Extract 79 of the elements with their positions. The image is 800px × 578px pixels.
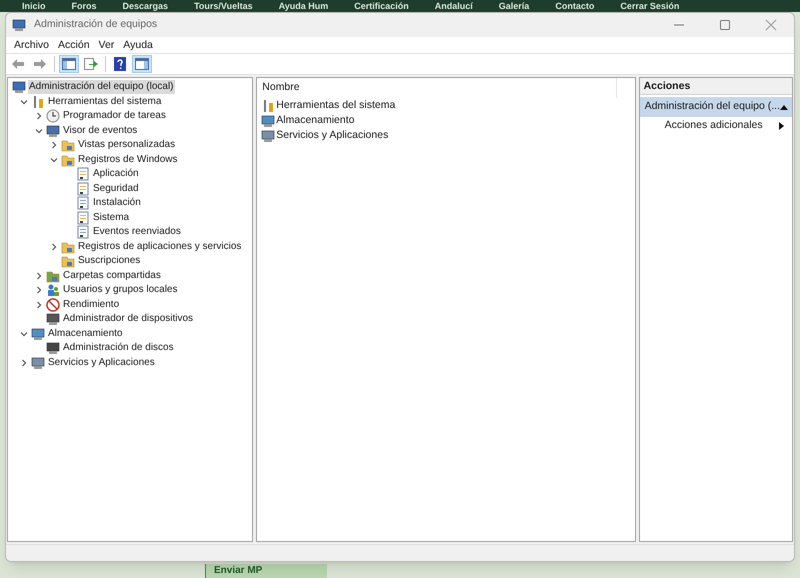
chevron-right-icon[interactable] [34,300,42,309]
tree-item[interactable]: Visor de eventos [62,124,138,138]
tree-item[interactable]: Servicios y Aplicaciones [47,356,156,370]
nav-link[interactable]: Andalucí [434,0,473,12]
nav-link[interactable]: Inicio [22,0,46,12]
export-list-icon [84,58,98,70]
submenu-triangle-icon [779,122,784,130]
users-icon [46,283,60,298]
tree-item[interactable]: Eventos reenviados [92,225,182,240]
chevron-right-icon[interactable] [20,358,28,367]
chevron-right-icon[interactable] [34,272,42,280]
tree-item[interactable]: Rendimiento [62,298,120,312]
computer-icon [12,18,26,32]
tree-item[interactable]: Herramientas del sistema [47,94,162,109]
nav-link[interactable]: Galería [498,0,530,12]
tree-item[interactable]: Seguridad [92,182,140,196]
nav-link[interactable]: Descargas [122,0,168,12]
chevron-right-icon[interactable] [34,112,42,120]
window-title: Administración de equipos [34,17,158,32]
chevron-down-icon[interactable] [34,126,42,135]
log-icon [76,167,90,182]
menu-item[interactable]: Archivo [10,38,54,52]
tree-item[interactable]: Administración del equipo (local) [28,80,175,94]
nav-link[interactable]: Cerrar Sesión [620,0,680,12]
actions-header: Acciones [640,78,792,95]
nav-link[interactable]: Tours/Vueltas [194,0,253,12]
folder-icon [61,138,75,152]
tree-item[interactable]: Aplicación [92,167,140,182]
no-sign-icon [46,298,60,312]
list-item[interactable]: Almacenamiento [276,112,354,128]
help-icon [114,57,126,71]
chevron-down-icon[interactable] [20,98,28,106]
toolbar-button[interactable] [59,55,79,73]
tree-item[interactable]: Suscripciones [77,254,142,268]
computer-icon [12,80,26,94]
pane-layout-icon [62,58,76,70]
tree-item[interactable]: Registros de aplicaciones y servicios [77,240,242,254]
chevron-right-icon[interactable] [34,286,42,294]
tree-item[interactable]: Instalación [92,196,142,210]
folder-icon [61,254,75,268]
chevron-right-icon[interactable] [50,242,58,251]
clock-icon [46,109,60,124]
list-item[interactable]: Herramientas del sistema [276,98,396,114]
column-header[interactable]: Nombre [257,78,618,98]
document-icon [76,196,90,210]
tree-item[interactable]: Sistema [92,210,130,225]
tree-item[interactable]: Usuarios y grupos locales [62,283,178,298]
log-icon [76,182,90,196]
pane-layout-icon [135,58,149,70]
tree-item[interactable]: Carpetas compartidas [62,268,162,283]
shared-folder-icon [46,268,60,283]
chevron-down-icon[interactable] [20,330,28,338]
back-arrow-icon [11,58,25,70]
toolbar-button[interactable] [132,55,152,73]
chevron-right-icon[interactable] [50,141,58,150]
tree-item[interactable]: Vistas personalizadas [77,138,176,152]
menu-item[interactable]: Acción [54,38,94,52]
document-icon [76,225,90,240]
actions-section-header[interactable]: Administración del equipo (... [640,97,792,117]
forward-arrow-icon [33,58,47,70]
menu-item[interactable]: Ver [94,38,118,52]
tree-item[interactable]: Programador de tareas [62,109,167,124]
log-icon [76,210,90,225]
nav-link[interactable]: Foros [72,0,97,12]
list-item[interactable]: Servicios y Aplicaciones [276,128,388,144]
chevron-down-icon[interactable] [50,156,58,164]
nav-link[interactable]: Ayuda Hum [278,0,328,12]
collapse-triangle-icon [780,104,788,110]
send-pm-tab[interactable]: Enviar MP [205,564,327,578]
tree-item[interactable]: Administración de discos [62,341,175,356]
tree-item[interactable]: Almacenamiento [47,326,124,341]
tree-item[interactable]: Administrador de dispositivos [62,312,194,326]
nav-link[interactable]: Certificación [354,0,409,12]
tree-item[interactable]: Registros de Windows [77,152,178,167]
menu-item[interactable]: Ayuda [119,38,157,52]
folder-icon [61,152,75,167]
nav-link[interactable]: Contacto [555,0,594,12]
folder-icon [61,240,75,254]
action-item[interactable]: Acciones adicionales [640,117,792,135]
